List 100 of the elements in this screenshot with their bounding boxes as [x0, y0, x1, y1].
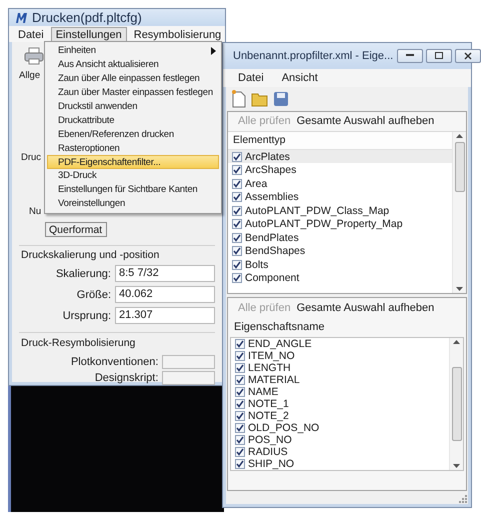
list-row[interactable]: RADIUS [231, 446, 449, 458]
resize-grip-icon[interactable] [459, 495, 467, 504]
list-row[interactable]: Area [228, 176, 452, 190]
menu-item[interactable]: Einheiten [47, 44, 219, 58]
checkbox[interactable] [235, 350, 245, 360]
scroll-down-icon[interactable] [453, 464, 460, 468]
list-row[interactable]: Bolts [228, 258, 452, 272]
checkbox[interactable] [232, 206, 242, 216]
scroll-up-icon[interactable] [456, 134, 463, 138]
scroll-up-icon[interactable] [453, 340, 460, 344]
field-label: Plotkonventionen: [70, 356, 158, 368]
checkbox[interactable] [235, 434, 245, 444]
close-button[interactable] [455, 48, 481, 63]
checkbox[interactable] [232, 260, 242, 270]
checkbox[interactable] [235, 458, 245, 468]
checkbox[interactable] [232, 152, 242, 162]
menu-item[interactable]: Datei [233, 70, 269, 86]
input-field[interactable]: 40.062 [115, 286, 215, 303]
checkbox[interactable] [232, 246, 242, 256]
folder-icon[interactable] [251, 90, 269, 107]
list-label: Eigenschaftsname [233, 320, 326, 334]
input-field[interactable]: 21.307 [115, 307, 215, 324]
window-title: Unbenannt.propfilter.xml - Eige... [233, 50, 394, 62]
menu-item[interactable]: Voreinstellungen [47, 196, 219, 211]
checkbox[interactable] [235, 386, 245, 396]
checkbox[interactable] [232, 165, 242, 176]
checkbox[interactable] [232, 178, 242, 189]
window-title: Drucken(pdf.pltcfg) [32, 10, 142, 25]
menu-item[interactable]: Zaun über Alle einpassen festlegen [47, 72, 219, 86]
list-row[interactable]: AutoPLANT_PDW_Class_Map [228, 204, 452, 218]
minimize-icon [406, 54, 414, 58]
menu-item[interactable]: Rasteroptionen [47, 141, 219, 156]
input-field[interactable] [162, 371, 215, 385]
scroll-down-icon[interactable] [456, 286, 463, 290]
list-row[interactable]: BendShapes [228, 244, 452, 258]
menu-item[interactable]: Ansicht [276, 70, 323, 86]
menu-item[interactable]: Druckstil anwenden [47, 100, 219, 114]
toolbar-link[interactable]: Gesamte Auswahl aufheben [296, 115, 434, 128]
minimize-button[interactable] [397, 48, 424, 63]
list-row[interactable]: BendPlates [228, 230, 452, 244]
toolbar-link[interactable]: Gesamte Auswahl aufheben [296, 302, 434, 314]
field-label: Nu [29, 206, 42, 217]
list-row[interactable]: AutoPLANT_PDW_Property_Map [228, 217, 452, 231]
field-label: Größe: [76, 288, 111, 300]
field-label: Designskript: [94, 372, 158, 384]
list-row[interactable]: ITEM_NO [231, 350, 449, 362]
menu-item[interactable]: Einstellungen für Sichtbare Kanten [47, 182, 219, 197]
new-file-icon[interactable] [231, 90, 247, 108]
app-logo-icon [15, 12, 28, 24]
checkbox[interactable] [235, 362, 245, 372]
group-title: Druckskalierung und -position [21, 249, 160, 261]
checkbox[interactable] [232, 192, 242, 202]
scroll-thumb[interactable] [454, 142, 464, 192]
list-row[interactable]: OLD_POS_NO [231, 422, 449, 434]
list-row[interactable]: NAME [231, 386, 449, 398]
checkbox[interactable] [235, 422, 245, 432]
input-field[interactable] [162, 355, 215, 369]
checkbox[interactable] [232, 273, 242, 284]
list-row[interactable]: Assemblies [228, 190, 452, 204]
save-icon[interactable] [273, 90, 289, 107]
menu-item[interactable]: Resymbolisierung [128, 26, 225, 42]
menu-item[interactable]: Einstellungen [50, 26, 127, 42]
checkbox[interactable] [232, 232, 242, 243]
checkbox[interactable] [232, 219, 242, 230]
scrollbar[interactable] [449, 338, 463, 470]
scrollbar[interactable] [452, 132, 466, 292]
field-label: Druc [21, 152, 42, 163]
menu-item[interactable]: PDF-Eigenschaftenfilter... [47, 155, 219, 170]
menu-item[interactable]: Zaun über Master einpassen festlegen [47, 86, 219, 100]
list-row[interactable]: POS_NO [231, 434, 449, 446]
list-row[interactable]: ArcShapes [228, 163, 452, 177]
field-label: Skalierung: [54, 268, 111, 280]
close-icon [464, 52, 472, 60]
list-row[interactable]: SHIP_NO [231, 458, 449, 470]
list-row[interactable]: ArcPlates [228, 150, 452, 164]
checkbox[interactable] [235, 398, 245, 408]
menu-item[interactable]: Datei [13, 26, 49, 42]
menu-item[interactable]: Aus Ansicht aktualisieren [47, 58, 219, 72]
field-label: Allge [19, 70, 40, 81]
list-row[interactable]: MATERIAL [231, 374, 449, 386]
scroll-thumb[interactable] [452, 366, 462, 440]
checkbox[interactable] [235, 338, 245, 348]
orientation-dropdown[interactable]: Querformat [45, 222, 107, 237]
checkbox[interactable] [235, 410, 245, 420]
printer-icon[interactable] [24, 47, 44, 65]
menu-item[interactable]: Ebenen/Referenzen drucken [47, 127, 219, 142]
list-row[interactable]: LENGTH [231, 362, 449, 374]
menu-item[interactable]: 3D-Druck [47, 169, 219, 183]
checkbox[interactable] [235, 374, 245, 384]
maximize-button[interactable] [426, 48, 452, 63]
checkbox[interactable] [235, 446, 245, 456]
list-row[interactable]: END_ANGLE [231, 338, 449, 350]
list-row[interactable]: NOTE_2 [231, 410, 449, 422]
list-row[interactable]: Component [228, 271, 452, 285]
input-field[interactable]: 8:5 7/32 [115, 265, 215, 282]
maximize-icon [435, 52, 444, 60]
list-row[interactable]: NOTE_1 [231, 398, 449, 410]
group-title: Druck-Resymbolisierung [21, 337, 136, 349]
menu-item[interactable]: Druckattribute [47, 113, 219, 128]
submenu-arrow-icon [211, 46, 216, 55]
